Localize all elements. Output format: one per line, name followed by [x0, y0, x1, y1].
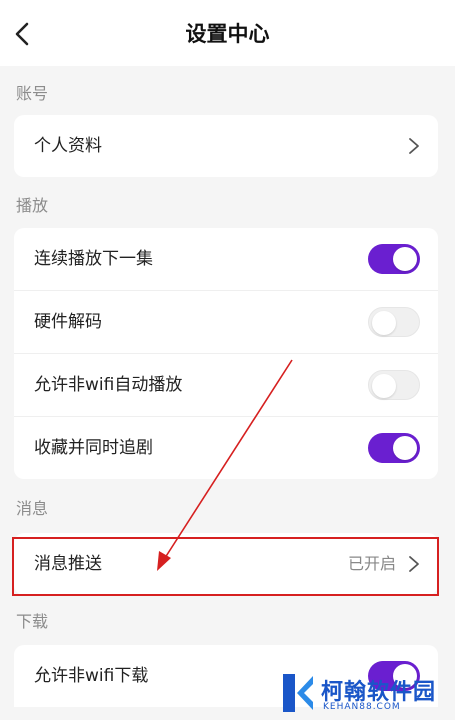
chevron-right-icon — [409, 138, 419, 154]
toggle-knob — [372, 311, 396, 335]
playback-card: 连续播放下一集 硬件解码 允许非wifi自动播放 收藏并同时追剧 — [14, 228, 438, 479]
row-label: 个人资料 — [34, 136, 102, 156]
row-value-status: 已开启 — [347, 554, 396, 573]
row-label: 硬件解码 — [34, 312, 102, 332]
section-label-download: 下载 — [16, 612, 49, 631]
settings-row-push-notification[interactable]: 消息推送 已开启 — [14, 533, 438, 595]
message-card: 消息推送 已开启 — [14, 533, 438, 595]
account-card: 个人资料 — [14, 115, 438, 177]
row-label: 允许非wifi自动播放 — [34, 375, 183, 395]
toggle-switch-autoplay-next[interactable] — [368, 244, 420, 274]
settings-row-autoplay-next: 连续播放下一集 — [14, 228, 438, 291]
page-title: 设置中心 — [185, 22, 270, 46]
toggle-switch-favorite-follow[interactable] — [368, 433, 420, 463]
toggle-switch-non-wifi-autoplay[interactable] — [368, 370, 420, 400]
toggle-knob — [372, 374, 396, 398]
section-label-playback: 播放 — [16, 196, 49, 215]
row-label: 连续播放下一集 — [34, 249, 153, 269]
row-label: 收藏并同时追剧 — [34, 438, 153, 458]
top-bar: 设置中心 — [0, 0, 455, 66]
toggle-knob — [393, 436, 417, 460]
toggle-switch-hardware-decode[interactable] — [368, 307, 420, 337]
settings-row-hardware-decode: 硬件解码 — [14, 291, 438, 354]
watermark-domain: KEHAN88.COM — [323, 702, 401, 712]
row-label: 允许非wifi下载 — [34, 666, 149, 686]
section-label-account: 账号 — [16, 84, 49, 103]
watermark-logo: 柯翰软件园 KEHAN88.COM — [273, 668, 451, 718]
toggle-knob — [393, 247, 417, 271]
row-label: 消息推送 — [34, 554, 102, 574]
section-label-message: 消息 — [16, 499, 49, 518]
settings-row-non-wifi-autoplay: 允许非wifi自动播放 — [14, 354, 438, 417]
settings-row-favorite-follow: 收藏并同时追剧 — [14, 417, 438, 479]
logo-mark-icon — [283, 674, 313, 712]
settings-row-profile[interactable]: 个人资料 — [14, 115, 438, 177]
chevron-right-icon — [409, 556, 419, 572]
